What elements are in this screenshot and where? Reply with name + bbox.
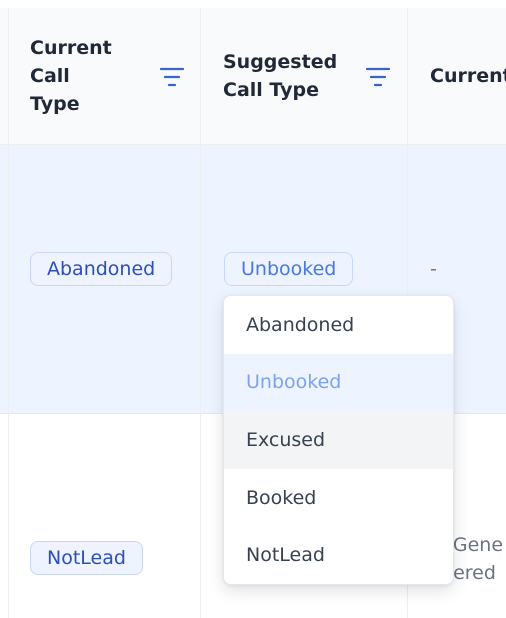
dropdown-option-abandoned[interactable]: Abandoned: [224, 296, 453, 354]
call-type-dropdown: Abandoned Unbooked Excused Booked NotLea…: [223, 295, 454, 585]
dropdown-option-excused[interactable]: Excused: [224, 411, 453, 469]
current-value: -: [430, 258, 437, 280]
dropdown-option-unbooked[interactable]: Unbooked: [224, 353, 453, 412]
call-type-badge: NotLead: [30, 541, 143, 575]
column-divider: [8, 8, 9, 618]
column-header-current: Current: [430, 8, 506, 144]
filter-icon[interactable]: [160, 67, 184, 87]
column-title: Current: [430, 65, 506, 87]
suggested-call-type-select[interactable]: Unbooked: [224, 252, 354, 286]
call-type-table: Current Call Type Suggested Call Type Cu…: [0, 0, 506, 618]
column-divider: [200, 8, 201, 618]
column-title: Current Call Type: [30, 37, 112, 115]
dropdown-option-notlead[interactable]: NotLead: [224, 526, 453, 584]
filter-icon[interactable]: [366, 67, 390, 87]
column-title: Suggested Call Type: [223, 51, 338, 101]
call-type-badge: Abandoned: [30, 252, 173, 286]
dropdown-option-booked[interactable]: Booked: [224, 469, 453, 527]
